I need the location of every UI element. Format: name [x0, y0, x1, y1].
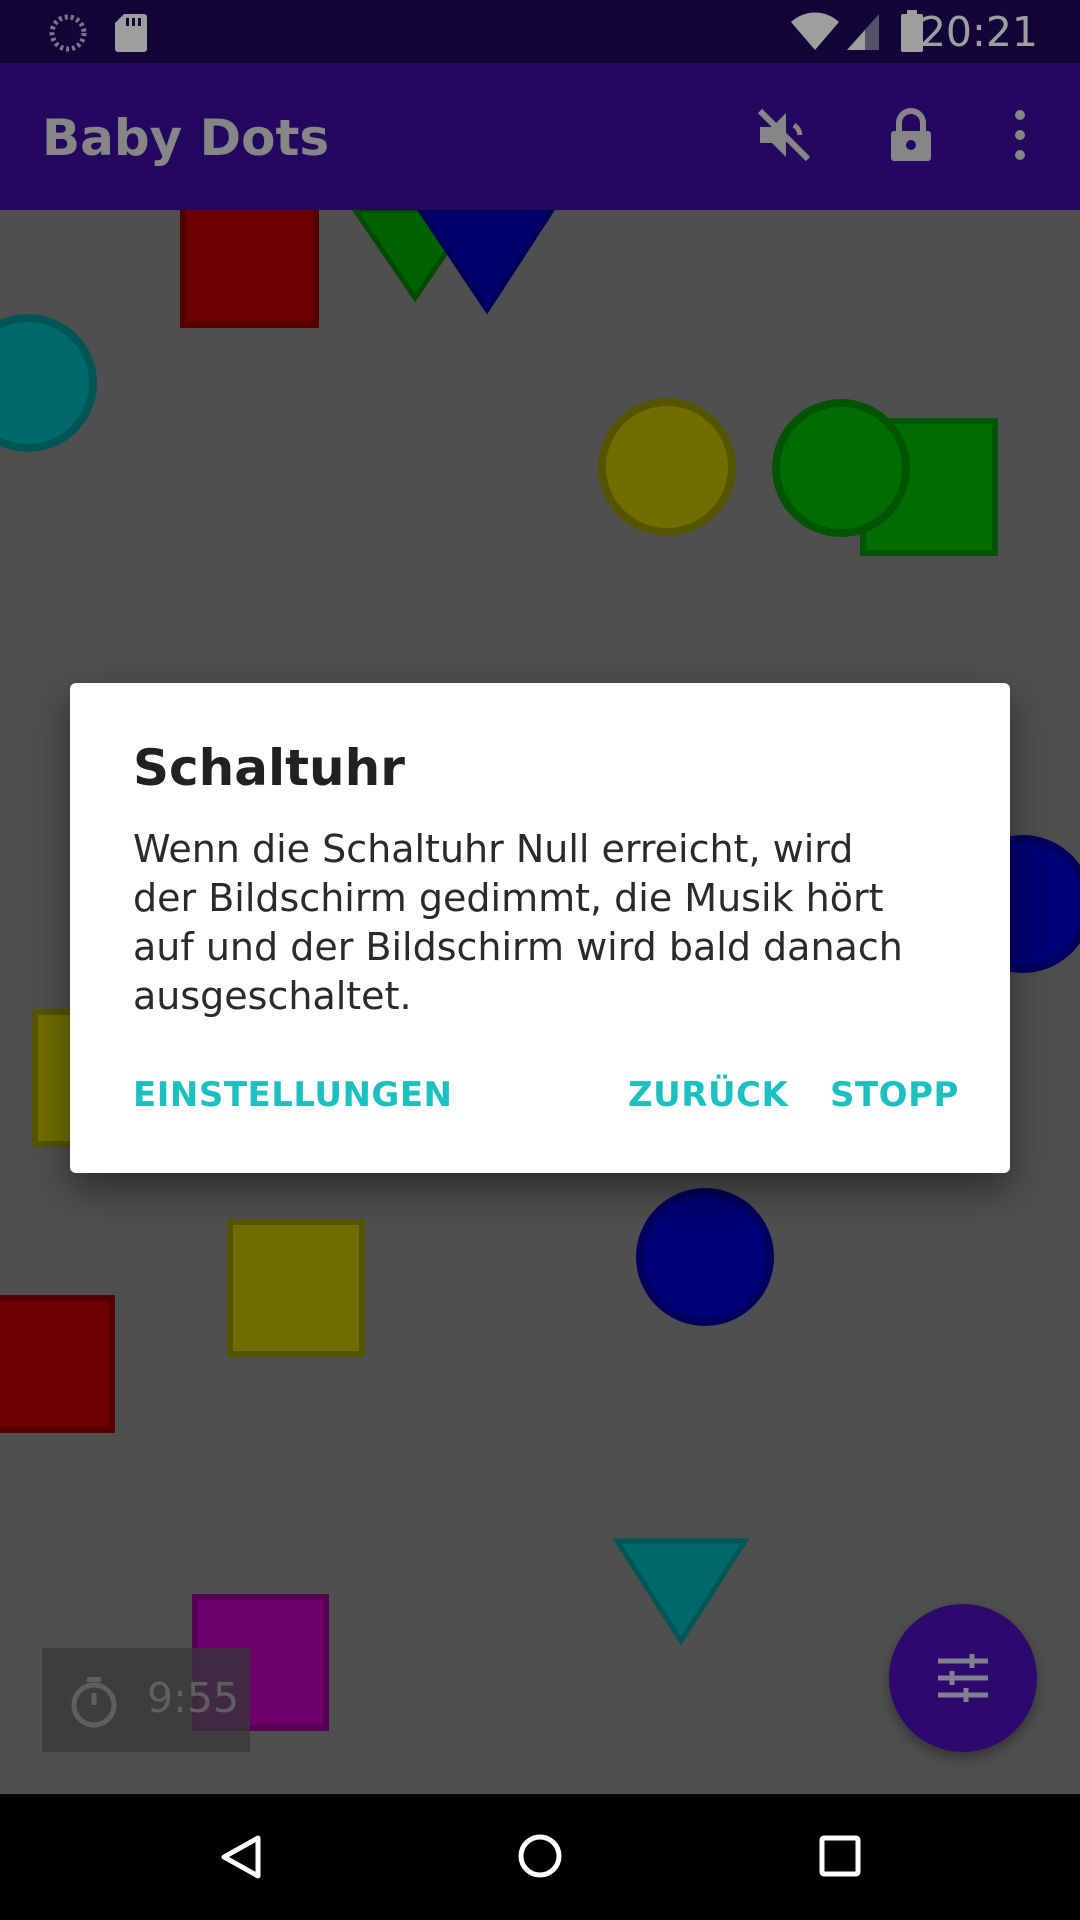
recents-icon[interactable]: [818, 1834, 862, 1878]
timer-icon: [71, 1677, 117, 1728]
timer-value: 9:55: [147, 1674, 240, 1722]
dialog-message: Wenn die Schaltuhr Null erreicht, wird d…: [133, 827, 903, 1018]
back-icon[interactable]: [218, 1834, 264, 1880]
more-vert-icon[interactable]: [1000, 105, 1040, 165]
home-icon[interactable]: [516, 1832, 564, 1880]
red-square-left: [0, 1295, 115, 1433]
sync-icon: [49, 14, 87, 52]
green-circle: [772, 399, 910, 537]
app-bar: Baby Dots: [0, 63, 1080, 210]
sd-card-icon: [115, 14, 147, 52]
wifi-icon: [791, 12, 839, 50]
timer-chip[interactable]: 9:55: [42, 1648, 250, 1752]
app-title: Baby Dots: [42, 109, 330, 167]
lock-icon[interactable]: [881, 105, 941, 165]
settings-button[interactable]: EINSTELLUNGEN: [133, 1075, 453, 1115]
teal-circle: [0, 314, 97, 452]
tune-icon: [938, 1654, 988, 1702]
cell-signal-icon: [847, 14, 879, 50]
red-square: [180, 210, 319, 328]
blue-circle: [636, 1188, 774, 1326]
status-bar: 20:21: [0, 0, 1080, 63]
teal-triangle: [612, 1538, 750, 1646]
volume-off-icon[interactable]: [754, 105, 814, 165]
status-time: 20:21: [919, 8, 1038, 56]
yellow-square: [227, 1219, 365, 1357]
yellow-circle: [598, 398, 736, 536]
dialog-title: Schaltuhr: [133, 739, 405, 797]
timer-dialog: Schaltuhr Wenn die Schaltuhr Null erreic…: [70, 683, 1010, 1173]
stop-button[interactable]: STOPP: [830, 1075, 959, 1115]
back-button[interactable]: ZURÜCK: [628, 1075, 788, 1115]
settings-fab[interactable]: [889, 1604, 1037, 1752]
navigation-bar: [0, 1794, 1080, 1920]
